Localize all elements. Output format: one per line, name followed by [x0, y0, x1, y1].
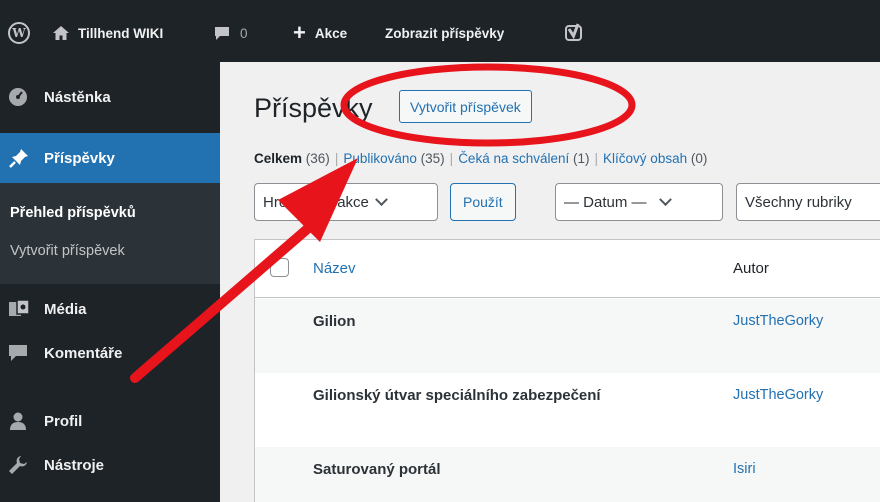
menu-label: Profil	[44, 412, 83, 430]
apply-button[interactable]: Použít	[450, 183, 516, 221]
menu-label: Komentáře	[44, 344, 123, 362]
column-author-header: Autor	[733, 260, 769, 277]
plus-icon: +	[293, 20, 306, 45]
site-name-link[interactable]: Tillhend WIKI	[52, 22, 163, 44]
view-cornerstone[interactable]: Klíčový obsah (0)	[603, 151, 707, 166]
dashboard-icon	[0, 87, 44, 107]
wrench-icon	[0, 455, 44, 475]
menu-label: Média	[44, 300, 87, 318]
menu-item-posts[interactable]: Příspěvky	[0, 133, 220, 183]
posts-table: Název Autor Gilion JustTheGorky Gilionsk…	[254, 239, 880, 502]
menu-item-media[interactable]: Média	[0, 284, 220, 334]
main-content: Příspěvky Vytvořit příspěvek Celkem (36)…	[220, 62, 880, 502]
submenu-all-posts[interactable]: Přehled příspěvků	[10, 205, 136, 221]
comments-link[interactable]: 0	[214, 22, 248, 44]
bulk-actions-select[interactable]: Hromadné akce	[254, 183, 438, 221]
post-author[interactable]: JustTheGorky	[733, 387, 823, 403]
posts-submenu: Přehled příspěvků Vytvořit příspěvek	[0, 183, 220, 284]
post-title[interactable]: Gilion	[313, 313, 356, 330]
category-filter-select[interactable]: Všechny rubriky	[736, 183, 880, 221]
table-row: Gilionský útvar speciálního zabezpečení …	[255, 373, 880, 447]
submenu-add-new[interactable]: Vytvořit příspěvek	[10, 243, 125, 259]
wordpress-logo-icon[interactable]: W	[8, 22, 30, 44]
menu-item-comments[interactable]: Komentáře	[0, 328, 220, 378]
view-published[interactable]: Publikováno (35)	[343, 151, 444, 166]
view-all[interactable]: Celkem (36)	[254, 151, 330, 166]
column-title-header[interactable]: Název	[313, 260, 356, 277]
table-row: Gilion JustTheGorky	[255, 299, 880, 373]
view-pending[interactable]: Čeká na schválení (1)	[458, 151, 589, 166]
admin-bar: W Tillhend WIKI 0 + Akce Zobrazit příspě…	[0, 0, 880, 62]
admin-sidebar: Nástěnka Příspěvky Přehled příspěvků Vyt…	[0, 62, 220, 502]
chevron-down-icon	[658, 192, 672, 206]
new-content-label: Akce	[314, 25, 348, 41]
table-row: Saturovaný portál Isiri	[255, 447, 880, 502]
post-status-filters: Celkem (36) | Publikováno (35) | Čeká na sch…	[254, 151, 708, 166]
view-posts-link[interactable]: Zobrazit příspěvky	[385, 22, 504, 44]
comment-icon	[215, 26, 229, 40]
date-filter-select[interactable]: — Datum —	[555, 183, 723, 221]
page-title: Příspěvky	[254, 93, 373, 123]
new-content-menu[interactable]: + Akce	[293, 22, 347, 44]
menu-item-profile[interactable]: Profil	[0, 396, 220, 446]
date-filter-value: — Datum —	[564, 193, 647, 211]
comments-count: 0	[240, 25, 248, 41]
yoast-icon	[565, 23, 582, 41]
home-icon	[53, 26, 69, 40]
post-author[interactable]: Isiri	[733, 461, 756, 477]
table-header: Název Autor	[255, 240, 880, 298]
post-title[interactable]: Saturovaný portál	[313, 461, 441, 478]
menu-item-tools[interactable]: Nástroje	[0, 440, 220, 490]
select-all-checkbox[interactable]	[270, 258, 289, 277]
chevron-down-icon	[375, 192, 388, 206]
post-author[interactable]: JustTheGorky	[733, 313, 823, 329]
category-filter-value: Všechny rubriky	[745, 193, 852, 211]
user-icon	[0, 411, 44, 431]
site-name-label: Tillhend WIKI	[78, 25, 164, 41]
menu-label: Nástěnka	[44, 88, 111, 106]
menu-label: Příspěvky	[44, 149, 115, 167]
add-new-post-button[interactable]: Vytvořit příspěvek	[399, 90, 532, 123]
media-icon	[0, 299, 44, 319]
menu-label: Nástroje	[44, 456, 105, 474]
menu-item-dashboard[interactable]: Nástěnka	[0, 72, 220, 122]
yoast-menu[interactable]	[565, 22, 583, 44]
pin-icon	[0, 147, 44, 169]
post-title[interactable]: Gilionský útvar speciálního zabezpečení	[313, 387, 601, 404]
bulk-actions-value: Hromadné akce	[263, 193, 369, 211]
comment-icon	[0, 343, 44, 363]
